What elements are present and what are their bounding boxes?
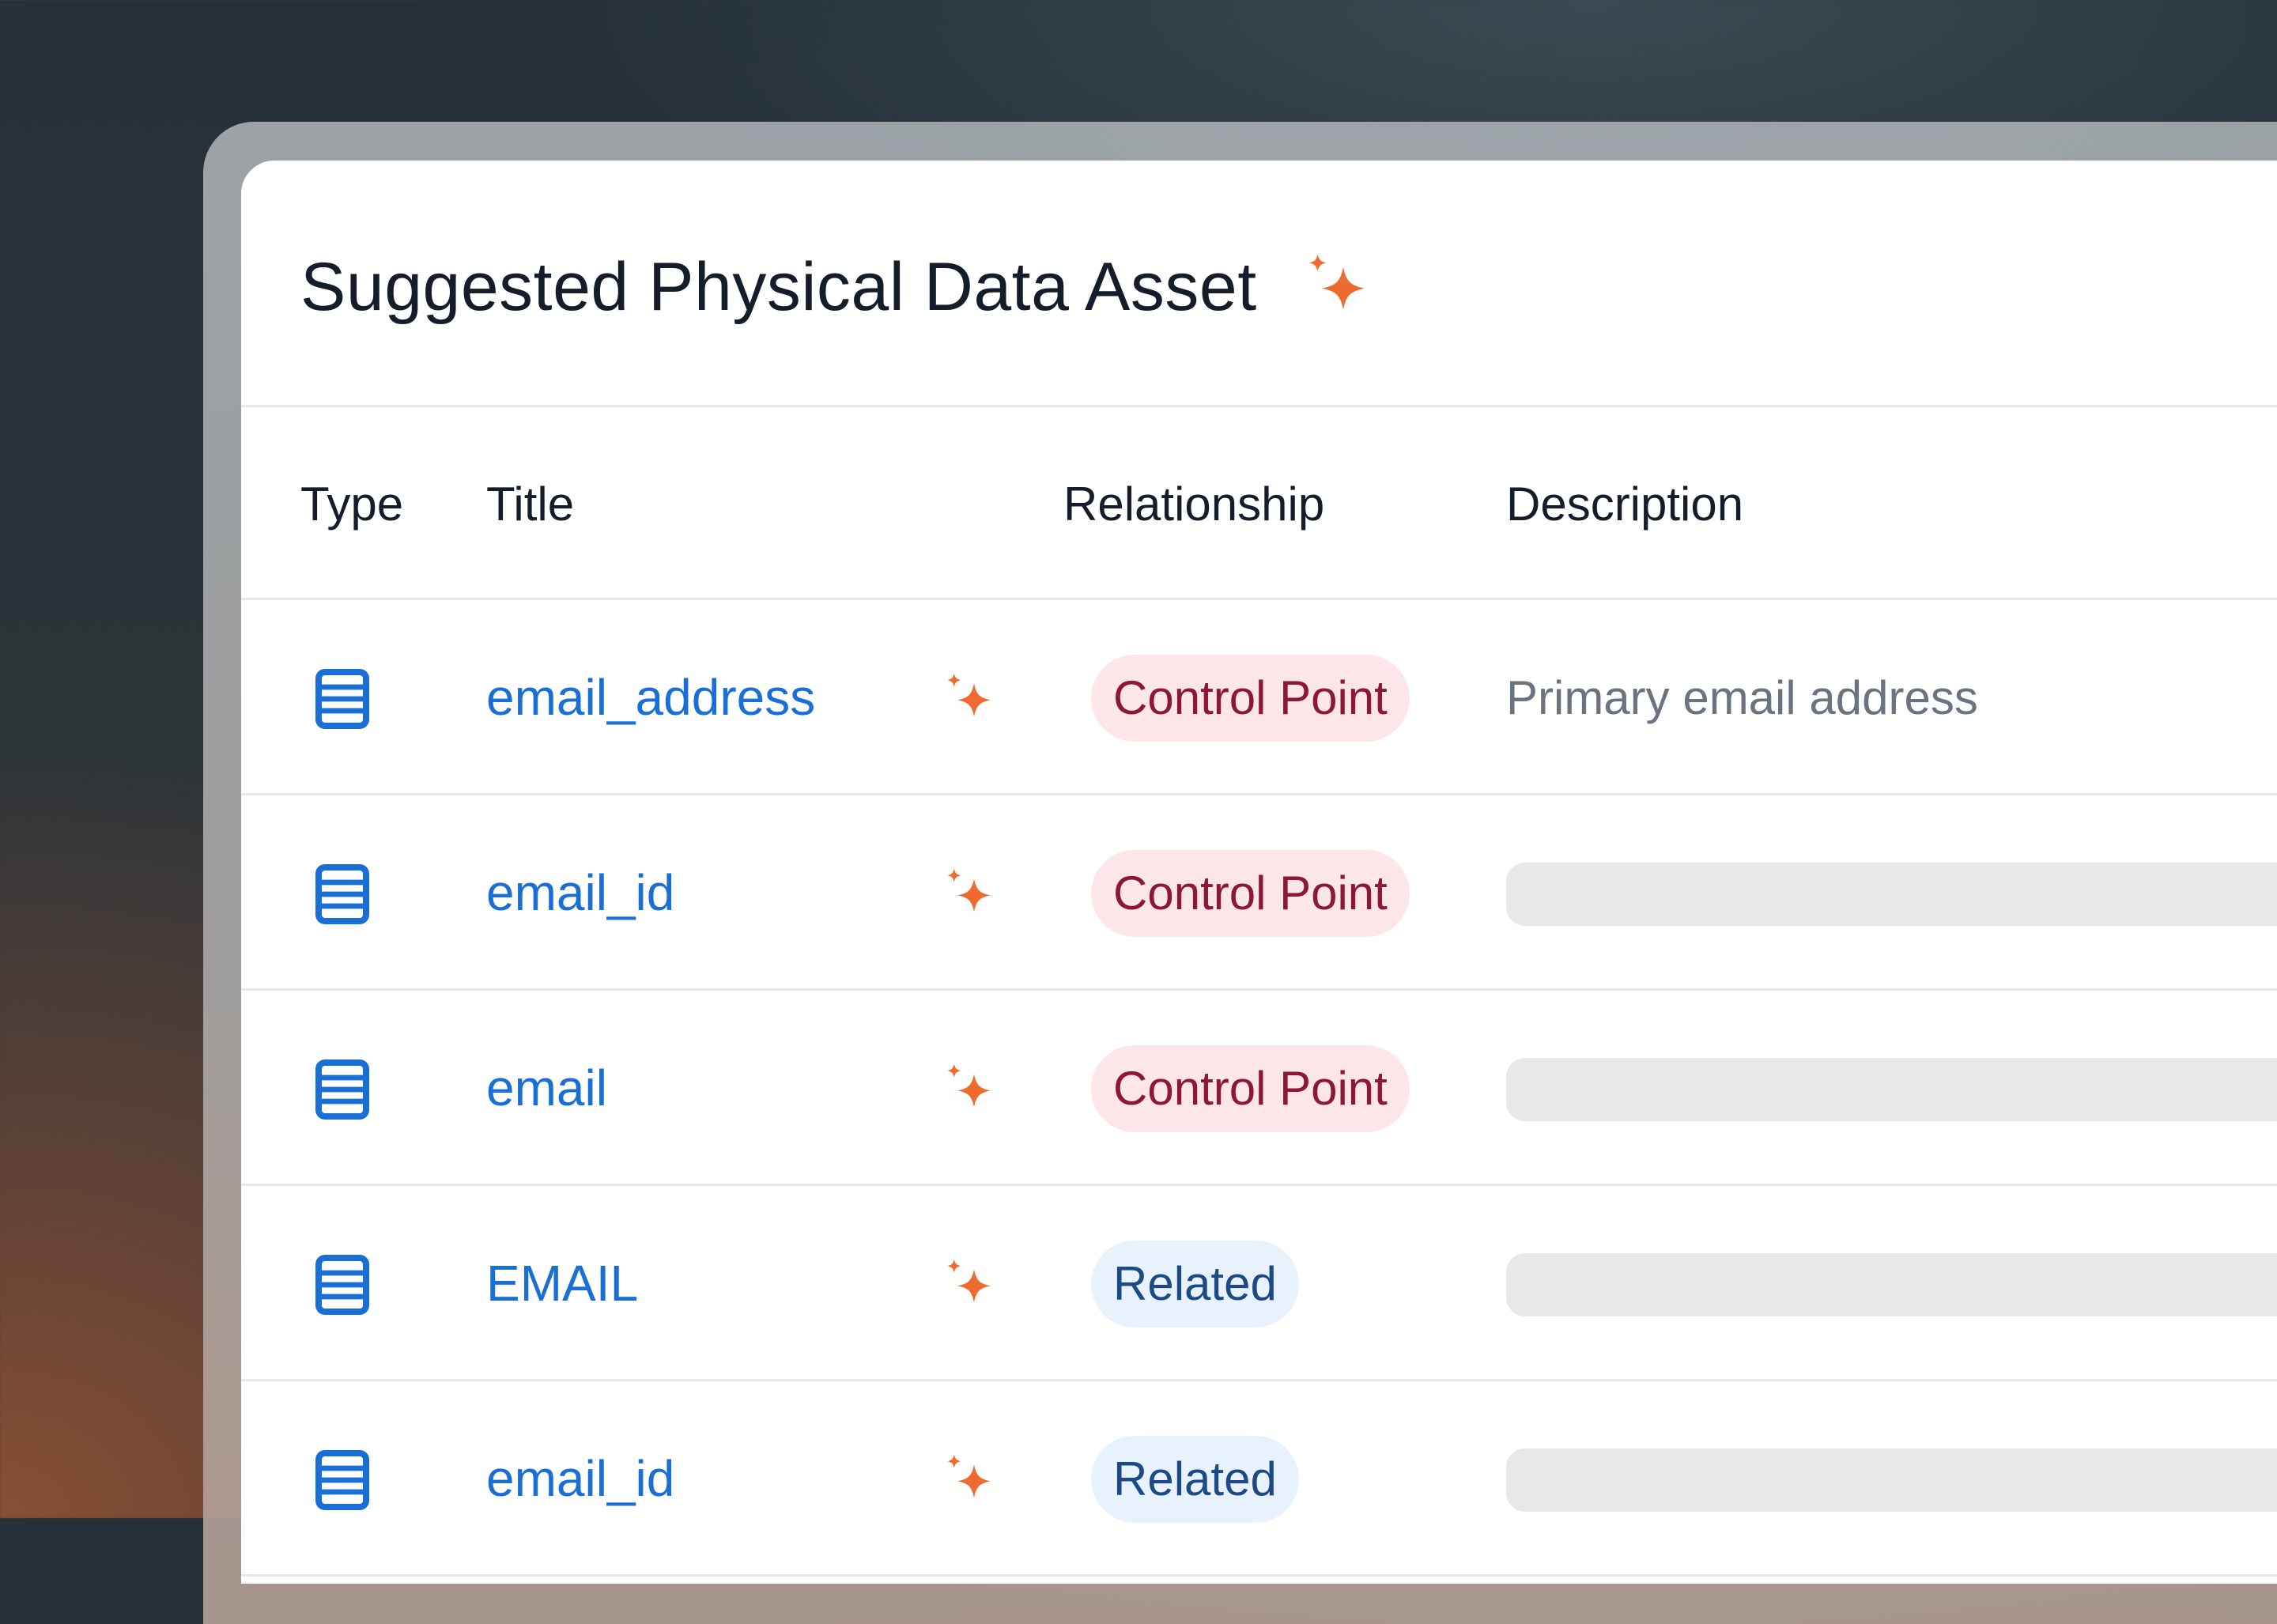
table-icon [315, 669, 369, 729]
card-header: Suggested Physical Data Asset [300, 240, 1372, 334]
table-row[interactable]: email_address Control Point Primary emai… [241, 600, 2277, 795]
table-icon [315, 1059, 369, 1120]
table-icon [315, 864, 369, 924]
column-header-type[interactable]: Type [300, 477, 403, 531]
row-divider [241, 1574, 2277, 1577]
relationship-badge: Control Point [1091, 655, 1410, 742]
sparkle-icon [947, 673, 991, 717]
asset-title-link[interactable]: EMAIL [486, 1186, 638, 1381]
header-divider [241, 405, 2277, 407]
sparkle-icon [1308, 254, 1365, 310]
asset-title-link[interactable]: email_address [486, 600, 815, 795]
sparkle-icon [947, 1063, 991, 1108]
table-icon [315, 1450, 369, 1510]
table-icon [315, 1255, 369, 1315]
table-row[interactable]: email Control Point [241, 991, 2277, 1186]
asset-title-link[interactable]: email_id [486, 1381, 674, 1577]
sparkle-icon [947, 1259, 991, 1303]
table-row[interactable]: EMAIL Related [241, 1186, 2277, 1381]
description-loading-placeholder [1506, 863, 2277, 926]
relationship-badge: Control Point [1091, 1045, 1410, 1132]
relationship-badge: Control Point [1091, 850, 1410, 937]
card-title: Suggested Physical Data Asset [300, 248, 1257, 325]
relationship-badge: Related [1091, 1436, 1299, 1523]
description-loading-placeholder [1506, 1448, 2277, 1512]
sparkle-icon [947, 868, 991, 912]
column-header-description[interactable]: Description [1506, 477, 1743, 531]
asset-title-link[interactable]: email_id [486, 795, 674, 991]
sparkle-icon [947, 1454, 991, 1498]
description-text: Primary email address [1506, 671, 1978, 724]
table-row[interactable]: email_id Related [241, 1381, 2277, 1577]
relationship-badge: Related [1091, 1241, 1299, 1328]
asset-title-link[interactable]: email [486, 991, 607, 1186]
column-header-title[interactable]: Title [486, 477, 574, 531]
suggested-assets-card: Suggested Physical Data Asset Type Title… [241, 161, 2277, 1584]
table-row[interactable]: email_id Control Point [241, 795, 2277, 991]
description-loading-placeholder [1506, 1058, 2277, 1121]
column-header-relationship[interactable]: Relationship [1063, 477, 1324, 531]
description-loading-placeholder [1506, 1253, 2277, 1316]
